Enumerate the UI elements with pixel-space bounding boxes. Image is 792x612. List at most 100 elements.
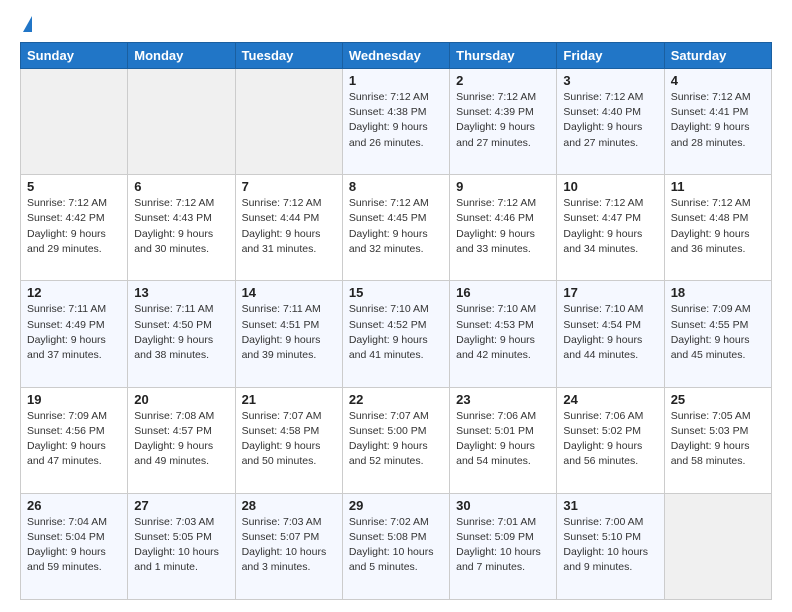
day-info: Sunrise: 7:12 AM Sunset: 4:38 PM Dayligh… (349, 90, 443, 151)
page: SundayMondayTuesdayWednesdayThursdayFrid… (0, 0, 792, 612)
day-info: Sunrise: 7:04 AM Sunset: 5:04 PM Dayligh… (27, 515, 121, 576)
day-info: Sunrise: 7:12 AM Sunset: 4:45 PM Dayligh… (349, 196, 443, 257)
day-info: Sunrise: 7:09 AM Sunset: 4:55 PM Dayligh… (671, 302, 765, 363)
calendar-cell: 17Sunrise: 7:10 AM Sunset: 4:54 PM Dayli… (557, 281, 664, 387)
day-info: Sunrise: 7:03 AM Sunset: 5:07 PM Dayligh… (242, 515, 336, 576)
day-info: Sunrise: 7:12 AM Sunset: 4:44 PM Dayligh… (242, 196, 336, 257)
day-info: Sunrise: 7:12 AM Sunset: 4:48 PM Dayligh… (671, 196, 765, 257)
day-number: 16 (456, 285, 550, 300)
calendar-week-1: 1 Sunrise: 7:12 AM Sunset: 4:38 PM Daylig… (21, 69, 772, 175)
calendar-week-5: 26 Sunrise: 7:04 AM Sunset: 5:04 PM Dayli… (21, 493, 772, 599)
day-number: 21 (242, 392, 336, 407)
logo (20, 16, 32, 32)
calendar-cell: 10 Sunrise: 7:12 AM Sunset: 4:47 PM Dayli… (557, 175, 664, 281)
day-number: 3 (563, 73, 657, 88)
calendar-cell: 6 Sunrise: 7:12 AM Sunset: 4:43 PM Daylig… (128, 175, 235, 281)
calendar-cell: 31 Sunrise: 7:00 AM Sunset: 5:10 PM Dayli… (557, 493, 664, 599)
day-info: Sunrise: 7:09 AM Sunset: 4:56 PM Dayligh… (27, 409, 121, 470)
day-number: 19 (27, 392, 121, 407)
calendar-cell: 27Sunrise: 7:03 AM Sunset: 5:05 PM Dayli… (128, 493, 235, 599)
calendar-cell: 15 Sunrise: 7:10 AM Sunset: 4:52 PM Dayli… (342, 281, 449, 387)
day-info: Sunrise: 7:01 AM Sunset: 5:09 PM Dayligh… (456, 515, 550, 576)
calendar-cell: 25 Sunrise: 7:05 AM Sunset: 5:03 PM Dayli… (664, 387, 771, 493)
day-info: Sunrise: 7:12 AM Sunset: 4:41 PM Dayligh… (671, 90, 765, 151)
day-number: 17 (563, 285, 657, 300)
day-info: Sunrise: 7:08 AM Sunset: 4:57 PM Dayligh… (134, 409, 228, 470)
day-number: 5 (27, 179, 121, 194)
day-number: 24 (563, 392, 657, 407)
calendar-cell (128, 69, 235, 175)
day-number: 27 (134, 498, 228, 513)
day-number: 31 (563, 498, 657, 513)
day-number: 11 (671, 179, 765, 194)
day-info: Sunrise: 7:10 AM Sunset: 4:52 PM Dayligh… (349, 302, 443, 363)
calendar-cell: 12 Sunrise: 7:11 AM Sunset: 4:49 PM Dayli… (21, 281, 128, 387)
day-info: Sunrise: 7:00 AM Sunset: 5:10 PM Dayligh… (563, 515, 657, 576)
day-info: Sunrise: 7:05 AM Sunset: 5:03 PM Dayligh… (671, 409, 765, 470)
day-number: 10 (563, 179, 657, 194)
calendar-cell: 21 Sunrise: 7:07 AM Sunset: 4:58 PM Dayli… (235, 387, 342, 493)
day-number: 8 (349, 179, 443, 194)
calendar-cell: 18 Sunrise: 7:09 AM Sunset: 4:55 PM Dayli… (664, 281, 771, 387)
calendar-cell: 1 Sunrise: 7:12 AM Sunset: 4:38 PM Daylig… (342, 69, 449, 175)
day-info: Sunrise: 7:06 AM Sunset: 5:01 PM Dayligh… (456, 409, 550, 470)
day-info: Sunrise: 7:11 AM Sunset: 4:51 PM Dayligh… (242, 302, 336, 363)
calendar-cell: 8 Sunrise: 7:12 AM Sunset: 4:45 PM Daylig… (342, 175, 449, 281)
logo-triangle-icon (23, 16, 32, 32)
weekday-header-wednesday: Wednesday (342, 43, 449, 69)
day-number: 6 (134, 179, 228, 194)
day-number: 12 (27, 285, 121, 300)
day-number: 29 (349, 498, 443, 513)
day-info: Sunrise: 7:12 AM Sunset: 4:40 PM Dayligh… (563, 90, 657, 151)
day-number: 1 (349, 73, 443, 88)
calendar-cell: 24 Sunrise: 7:06 AM Sunset: 5:02 PM Dayli… (557, 387, 664, 493)
day-number: 25 (671, 392, 765, 407)
day-info: Sunrise: 7:12 AM Sunset: 4:47 PM Dayligh… (563, 196, 657, 257)
day-number: 18 (671, 285, 765, 300)
calendar-cell: 14Sunrise: 7:11 AM Sunset: 4:51 PM Dayli… (235, 281, 342, 387)
calendar-cell: 29 Sunrise: 7:02 AM Sunset: 5:08 PM Dayli… (342, 493, 449, 599)
calendar-cell: 19 Sunrise: 7:09 AM Sunset: 4:56 PM Dayli… (21, 387, 128, 493)
weekday-header-saturday: Saturday (664, 43, 771, 69)
day-info: Sunrise: 7:02 AM Sunset: 5:08 PM Dayligh… (349, 515, 443, 576)
calendar-cell: 23 Sunrise: 7:06 AM Sunset: 5:01 PM Dayli… (450, 387, 557, 493)
day-info: Sunrise: 7:12 AM Sunset: 4:42 PM Dayligh… (27, 196, 121, 257)
calendar-week-2: 5 Sunrise: 7:12 AM Sunset: 4:42 PM Daylig… (21, 175, 772, 281)
calendar-cell: 11 Sunrise: 7:12 AM Sunset: 4:48 PM Dayli… (664, 175, 771, 281)
day-number: 13 (134, 285, 228, 300)
calendar-body: 1 Sunrise: 7:12 AM Sunset: 4:38 PM Daylig… (21, 69, 772, 600)
day-info: Sunrise: 7:11 AM Sunset: 4:49 PM Dayligh… (27, 302, 121, 363)
calendar-header: SundayMondayTuesdayWednesdayThursdayFrid… (21, 43, 772, 69)
calendar-cell (664, 493, 771, 599)
calendar-cell: 28 Sunrise: 7:03 AM Sunset: 5:07 PM Dayli… (235, 493, 342, 599)
calendar-table: SundayMondayTuesdayWednesdayThursdayFrid… (20, 42, 772, 600)
calendar-cell: 13Sunrise: 7:11 AM Sunset: 4:50 PM Dayli… (128, 281, 235, 387)
weekday-row: SundayMondayTuesdayWednesdayThursdayFrid… (21, 43, 772, 69)
calendar-cell (235, 69, 342, 175)
day-number: 28 (242, 498, 336, 513)
day-number: 23 (456, 392, 550, 407)
calendar-cell: 7 Sunrise: 7:12 AM Sunset: 4:44 PM Daylig… (235, 175, 342, 281)
header (20, 16, 772, 32)
calendar-cell: 20Sunrise: 7:08 AM Sunset: 4:57 PM Dayli… (128, 387, 235, 493)
calendar-cell: 26 Sunrise: 7:04 AM Sunset: 5:04 PM Dayli… (21, 493, 128, 599)
day-info: Sunrise: 7:12 AM Sunset: 4:39 PM Dayligh… (456, 90, 550, 151)
day-number: 7 (242, 179, 336, 194)
day-info: Sunrise: 7:12 AM Sunset: 4:43 PM Dayligh… (134, 196, 228, 257)
day-info: Sunrise: 7:07 AM Sunset: 4:58 PM Dayligh… (242, 409, 336, 470)
day-number: 26 (27, 498, 121, 513)
calendar-cell: 22 Sunrise: 7:07 AM Sunset: 5:00 PM Dayli… (342, 387, 449, 493)
calendar-cell: 9Sunrise: 7:12 AM Sunset: 4:46 PM Daylig… (450, 175, 557, 281)
weekday-header-sunday: Sunday (21, 43, 128, 69)
day-number: 15 (349, 285, 443, 300)
day-number: 2 (456, 73, 550, 88)
day-info: Sunrise: 7:06 AM Sunset: 5:02 PM Dayligh… (563, 409, 657, 470)
day-number: 22 (349, 392, 443, 407)
calendar-cell: 4 Sunrise: 7:12 AM Sunset: 4:41 PM Daylig… (664, 69, 771, 175)
day-number: 4 (671, 73, 765, 88)
weekday-header-monday: Monday (128, 43, 235, 69)
weekday-header-thursday: Thursday (450, 43, 557, 69)
calendar-cell (21, 69, 128, 175)
day-info: Sunrise: 7:07 AM Sunset: 5:00 PM Dayligh… (349, 409, 443, 470)
calendar-cell: 3 Sunrise: 7:12 AM Sunset: 4:40 PM Daylig… (557, 69, 664, 175)
